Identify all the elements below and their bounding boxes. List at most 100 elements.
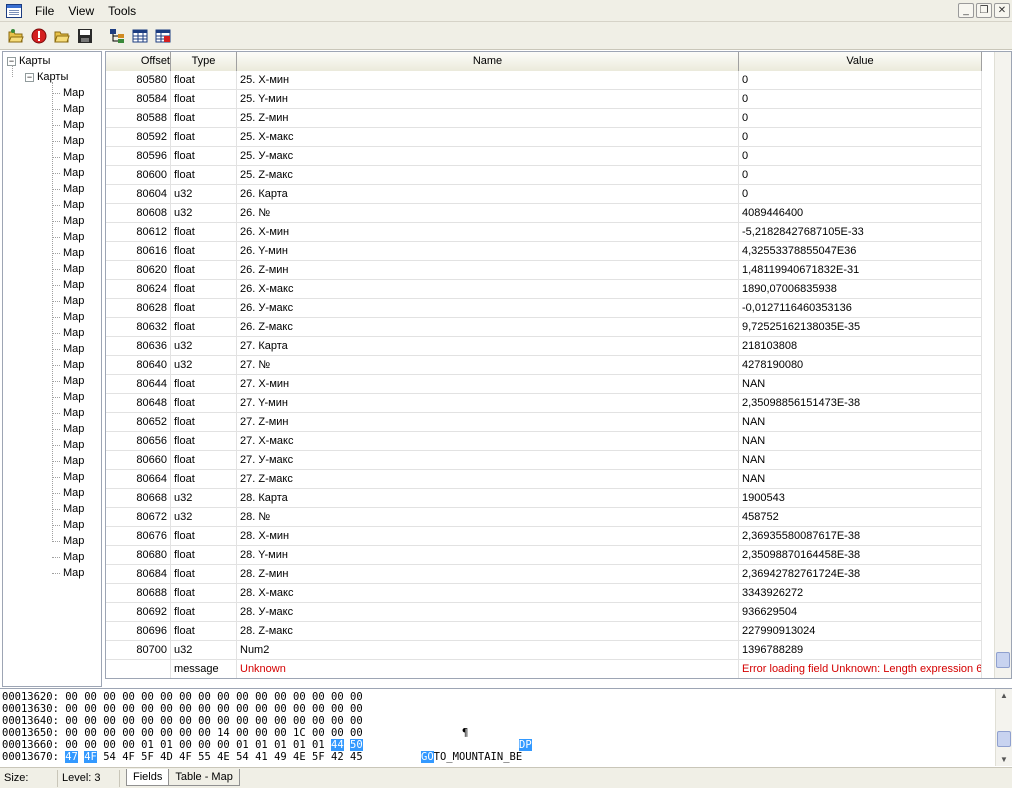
tree-panel[interactable]: − Карты − Карты Map Map Map Map Map Map Map Map Ma… <box>2 51 102 687</box>
hex-line[interactable]: 00013620: 00 00 00 00 00 00 00 00 00 00 … <box>2 691 363 703</box>
hex-byte[interactable]: 00 <box>198 727 211 739</box>
restore-button[interactable]: ❐ <box>976 3 992 18</box>
hex-byte[interactable]: 00 <box>198 691 211 703</box>
hex-byte[interactable]: 00 <box>122 691 135 703</box>
hex-byte[interactable]: 00 <box>141 703 154 715</box>
hex-byte[interactable]: 00 <box>236 691 249 703</box>
hex-line[interactable]: 00013670: 47 4F 54 4F 5F 4D 4F 55 4E 54 … <box>2 751 363 763</box>
table-row[interactable]: 80668 u32 28. Карта 1900543 <box>106 489 982 508</box>
hex-byte[interactable]: 00 <box>255 727 268 739</box>
table-row[interactable]: 80640 u32 27. № 4278190080 <box>106 356 982 375</box>
hex-byte[interactable]: 01 <box>274 739 287 751</box>
save-icon[interactable] <box>75 26 95 46</box>
hex-scrollbar[interactable]: ▲ ▼ <box>995 689 1012 766</box>
table-row[interactable]: 80596 float 25. У-макс 0 <box>106 147 982 166</box>
hex-byte[interactable]: 00 <box>217 739 230 751</box>
tree-leaf-map[interactable]: Map <box>63 309 84 325</box>
hex-line[interactable]: 00013650: 00 00 00 00 00 00 00 00 14 00 … <box>2 727 363 739</box>
tree-leaf-map[interactable]: Map <box>63 213 84 229</box>
hex-byte[interactable]: 00 <box>198 739 211 751</box>
open-folder-icon[interactable] <box>52 26 72 46</box>
hex-byte[interactable]: 41 <box>255 751 268 763</box>
hex-byte[interactable]: 00 <box>179 703 192 715</box>
hex-byte[interactable]: 01 <box>293 739 306 751</box>
hex-byte[interactable]: 54 <box>103 751 116 763</box>
hex-scroll-thumb[interactable] <box>997 731 1011 747</box>
hex-byte[interactable]: 00 <box>312 691 325 703</box>
table-row[interactable]: 80636 u32 27. Карта 218103808 <box>106 337 982 356</box>
hex-byte[interactable]: 00 <box>141 727 154 739</box>
hex-byte[interactable]: 00 <box>274 703 287 715</box>
table-row[interactable]: 80696 float 28. Z-макс 227990913024 <box>106 622 982 641</box>
tree-leaf-map[interactable]: Map <box>63 325 84 341</box>
hex-byte[interactable]: 4E <box>293 751 306 763</box>
table-row[interactable]: 80580 float 25. X-мин 0 <box>106 71 982 90</box>
table-row[interactable]: 80676 float 28. X-мин 2,36935580087617E-38 <box>106 527 982 546</box>
hex-byte[interactable]: 00 <box>122 703 135 715</box>
hex-byte[interactable]: 01 <box>312 739 325 751</box>
hex-byte[interactable]: 00 <box>293 691 306 703</box>
hex-byte[interactable]: 00 <box>160 715 173 727</box>
hex-byte[interactable]: 4E <box>217 751 230 763</box>
hex-byte[interactable]: 00 <box>255 691 268 703</box>
scroll-down-icon[interactable]: ▼ <box>1000 755 1008 764</box>
table-row[interactable]: 80684 float 28. Z-мин 2,36942782761724E-38 <box>106 565 982 584</box>
table-row[interactable]: 80624 float 26. X-макс 1890,07006835938 <box>106 280 982 299</box>
tree-leaf-map[interactable]: Map <box>63 469 84 485</box>
table-row[interactable]: 80592 float 25. X-макс 0 <box>106 128 982 147</box>
column-header-value[interactable]: Value <box>739 52 982 71</box>
hex-byte[interactable]: 00 <box>255 703 268 715</box>
hex-byte[interactable]: 00 <box>160 727 173 739</box>
hex-byte[interactable]: 00 <box>274 715 287 727</box>
tab-table-map[interactable]: Table - Map <box>168 768 240 786</box>
tree-leaf-map[interactable]: Map <box>63 373 84 389</box>
hex-byte[interactable]: 00 <box>331 703 344 715</box>
hex-byte[interactable]: 00 <box>84 703 97 715</box>
hex-byte[interactable]: 00 <box>122 715 135 727</box>
tree-leaf-map[interactable]: Map <box>63 261 84 277</box>
fields-grid[interactable]: Offset Type Name Value 80580 float 25. X-м… <box>105 51 1012 679</box>
tree-leaf-map[interactable]: Map <box>63 117 84 133</box>
hex-byte[interactable]: 55 <box>198 751 211 763</box>
table-row[interactable]: 80632 float 26. Z-макс 9,72525162138035E-35 <box>106 318 982 337</box>
column-header-offset[interactable]: Offset <box>106 52 171 71</box>
grid-scroll-thumb[interactable] <box>996 652 1010 668</box>
hex-line[interactable]: 00013640: 00 00 00 00 00 00 00 00 00 00 … <box>2 715 363 727</box>
hex-byte[interactable]: 00 <box>84 691 97 703</box>
grid-scrollbar[interactable] <box>994 52 1011 678</box>
hex-byte[interactable]: 00 <box>274 691 287 703</box>
hex-byte[interactable]: 00 <box>141 715 154 727</box>
tree-leaf-map[interactable]: Map <box>63 389 84 405</box>
tree-leaf-map[interactable]: Map <box>63 357 84 373</box>
stop-icon[interactable] <box>29 26 49 46</box>
table-row[interactable]: 80604 u32 26. Карта 0 <box>106 185 982 204</box>
hex-byte[interactable]: 00 <box>255 715 268 727</box>
hex-byte[interactable]: 00 <box>350 727 363 739</box>
table-row[interactable]: 80664 float 27. Z-макс NAN <box>106 470 982 489</box>
hex-line[interactable]: 00013630: 00 00 00 00 00 00 00 00 00 00 … <box>2 703 363 715</box>
table-row[interactable]: 80672 u32 28. № 458752 <box>106 508 982 527</box>
scroll-up-icon[interactable]: ▲ <box>1000 691 1008 700</box>
table-row[interactable]: 80692 float 28. У-макс 936629504 <box>106 603 982 622</box>
hex-byte[interactable]: 00 <box>217 691 230 703</box>
table-row[interactable]: 80644 float 27. X-мин NAN <box>106 375 982 394</box>
table-row[interactable]: message Unknown Error loading field Unknow… <box>106 660 982 678</box>
hex-byte[interactable]: 00 <box>236 715 249 727</box>
column-header-name[interactable]: Name <box>237 52 739 71</box>
hex-byte[interactable]: 00 <box>331 691 344 703</box>
tree-leaf-map[interactable]: Map <box>63 485 84 501</box>
table-red-icon[interactable] <box>153 26 173 46</box>
tree-leaf-map[interactable]: Map <box>63 293 84 309</box>
hex-byte[interactable]: 5F <box>312 751 325 763</box>
table-row[interactable]: 80648 float 27. Y-мин 2,35098856151473E-38 <box>106 394 982 413</box>
hex-byte[interactable]: 50 <box>350 739 363 751</box>
hex-byte[interactable]: 00 <box>179 691 192 703</box>
tree-leaf-map[interactable]: Map <box>63 549 84 565</box>
table-row[interactable]: 80584 float 25. Y-мин 0 <box>106 90 982 109</box>
hex-byte[interactable]: 00 <box>331 727 344 739</box>
table-row[interactable]: 80608 u32 26. № 4089446400 <box>106 204 982 223</box>
hex-byte[interactable]: 00 <box>103 727 116 739</box>
tree-leaf-map[interactable]: Map <box>63 453 84 469</box>
hex-byte[interactable]: 00 <box>122 727 135 739</box>
hex-byte[interactable]: 01 <box>255 739 268 751</box>
